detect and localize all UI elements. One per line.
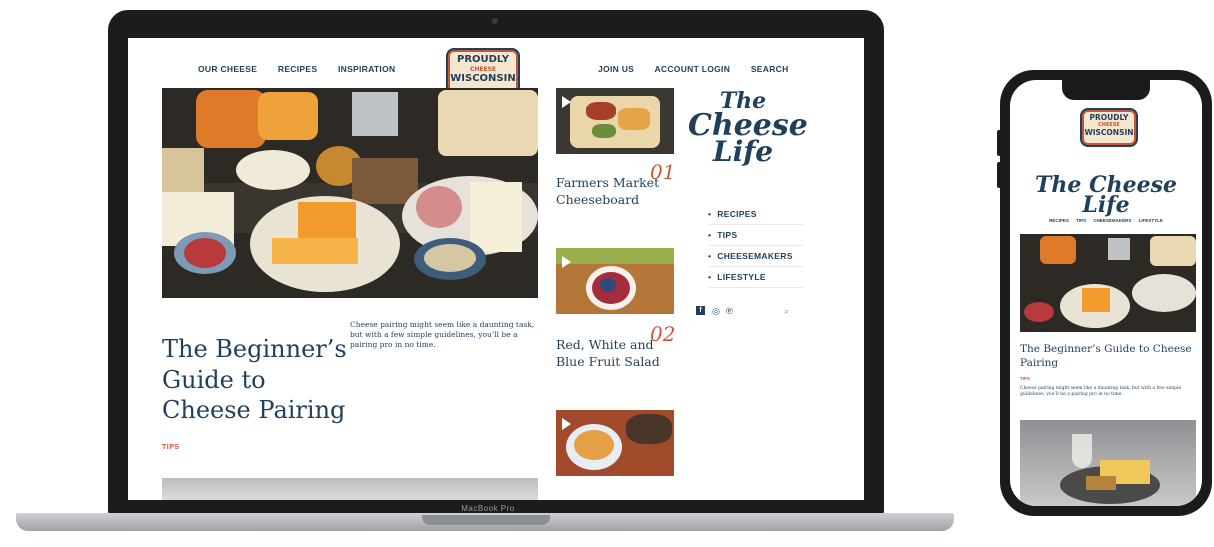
next-article-image[interactable] [162,478,538,500]
hero-cheese-board-image[interactable] [162,88,538,298]
play-icon [562,96,571,108]
nav-inspiration[interactable]: INSPIRATION [338,64,395,74]
phone-next-article-image[interactable] [1020,420,1196,506]
hero-article-description: Cheese pairing might seem like a dauntin… [350,320,535,350]
phone-nav-lifestyle[interactable]: LIFESTYLE [1139,218,1163,223]
side-item-lifestyle[interactable]: LIFESTYLE [708,267,804,288]
account-nav: JOIN US ACCOUNT LOGIN SEARCH [598,64,807,74]
nav-search[interactable]: SEARCH [751,64,789,74]
card-title[interactable]: Farmers Market Cheeseboard [556,174,666,208]
phone-screen: PROUDLY CHEESE WISCONSIN The Cheese Life… [1010,80,1202,506]
hero-article-tag[interactable]: TIPS [162,444,180,451]
side-item-cheesemakers[interactable]: CHEESEMAKERS [708,246,804,267]
hero-article-title[interactable]: The Beginner’s Guide to Cheese Pairing [162,334,347,426]
the-cheese-life-logo[interactable]: The Cheese Life [688,90,808,165]
nav-our-cheese[interactable]: OUR CHEESE [198,64,257,74]
play-icon [562,256,571,268]
macbook-model-label: MacBook Pro [461,504,515,513]
laptop-hinge-notch [422,515,550,525]
play-icon [562,418,571,430]
phone-notch [1062,80,1150,100]
card-thumb-fruit-salad[interactable] [556,248,674,314]
card-thumb-pasta[interactable] [556,410,674,476]
instagram-icon[interactable]: ◎ [712,306,720,317]
phone-article-tag[interactable]: TIPS [1020,376,1030,381]
search-icon[interactable]: ⌕ [784,306,789,317]
nav-join-us[interactable]: JOIN US [598,64,634,74]
nav-account-login[interactable]: ACCOUNT LOGIN [654,64,730,74]
primary-nav: OUR CHEESE RECIPES INSPIRATION [198,64,413,74]
side-item-recipes[interactable]: RECIPES [708,204,804,225]
the-cheese-life-logo[interactable]: The Cheese Life [1010,174,1202,216]
pinterest-icon[interactable]: ℗ [726,306,733,316]
nav-recipes[interactable]: RECIPES [278,64,317,74]
phone-nav-cheesemakers[interactable]: CHEESEMAKERS [1093,218,1131,223]
phone-article-description: Cheese pairing might seem like a dauntin… [1020,386,1182,398]
phone-nav-recipes[interactable]: RECIPES [1049,218,1069,223]
phone-nav: RECIPES TIPS CHEESEMAKERS LIFESTYLE [1010,218,1202,223]
phone-hero-image[interactable] [1020,234,1196,332]
facebook-icon[interactable]: f [696,306,705,315]
phone-nav-tips[interactable]: TIPS [1076,218,1086,223]
card-thumb-cheeseboard[interactable] [556,88,674,154]
wisconsin-cheese-logo[interactable]: PROUDLY CHEESE WISCONSIN [1082,110,1136,145]
phone-frame: PROUDLY CHEESE WISCONSIN The Cheese Life… [1000,70,1212,516]
laptop-screen: OUR CHEESE RECIPES INSPIRATION JOIN US A… [128,38,864,500]
card-title[interactable]: Red, White and Blue Fruit Salad [556,336,666,370]
phone-article-title[interactable]: The Beginner’s Guide to Cheese Pairing [1020,342,1196,370]
cheese-life-menu: RECIPES TIPS CHEESEMAKERS LIFESTYLE [708,204,804,288]
laptop-frame: OUR CHEESE RECIPES INSPIRATION JOIN US A… [108,10,884,515]
side-item-tips[interactable]: TIPS [708,225,804,246]
webcam [492,18,498,24]
